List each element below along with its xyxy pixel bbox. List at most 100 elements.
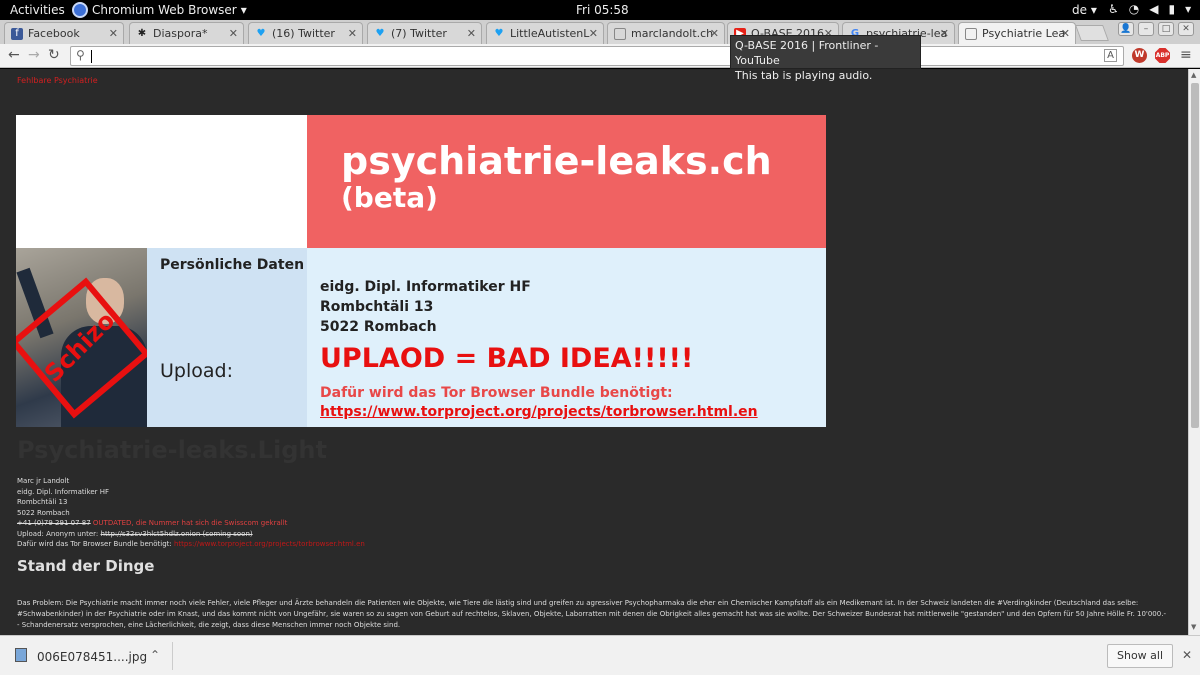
onion-address: http://s32sv3hlct5hdlz.onion (coming soo… — [100, 529, 253, 538]
chevron-up-icon[interactable]: ⌃ — [150, 648, 160, 662]
gnome-top-bar: Activities Chromium Web Browser ▾ Fri 05… — [0, 0, 1200, 20]
tab-title: (7) Twitter — [391, 27, 447, 40]
close-icon[interactable]: ✕ — [348, 27, 357, 40]
tab-title: Psychiatrie Lea — [982, 27, 1066, 40]
close-icon[interactable]: ✕ — [109, 27, 118, 40]
upload-anon-label: Upload: Anonym unter: — [17, 529, 101, 538]
system-tray[interactable]: ♿ ◔ ◀ ▮ ▾ — [1108, 2, 1191, 16]
maximize-icon[interactable]: □ — [1158, 22, 1174, 36]
tab-title: Diaspora* — [153, 27, 208, 40]
tab-strip: f Facebook ✕ ✱ Diaspora* ✕ ♥ (16) Twitte… — [0, 20, 1200, 44]
menu-icon[interactable]: ≡ — [1180, 47, 1192, 63]
chromium-logo-icon — [72, 2, 88, 18]
page-icon — [965, 27, 977, 40]
diaspora-icon: ✱ — [137, 27, 147, 39]
upload-row: Upload: Anonym unter: http://s32sv3hlct5… — [17, 529, 365, 540]
language-indicator[interactable]: de ▾ — [1072, 3, 1097, 17]
twitter-icon: ♥ — [256, 27, 266, 39]
banner-address: eidg. Dipl. Informatiker HF Rombchtäli 1… — [320, 277, 531, 337]
power-menu-icon: ▾ — [1185, 2, 1192, 16]
page-scrollbar[interactable]: ▲ ▼ — [1188, 69, 1200, 635]
close-icon[interactable]: ✕ — [1182, 648, 1192, 662]
twitter-icon: ♥ — [494, 27, 504, 39]
battery-icon: ▮ — [1168, 2, 1176, 16]
tab-twitter-7[interactable]: ♥ (7) Twitter ✕ — [367, 22, 482, 44]
close-icon[interactable]: ✕ — [589, 27, 598, 40]
browser-toolbar: ← → ↻ ⚲ A — [0, 44, 1200, 68]
minimize-icon[interactable]: – — [1138, 22, 1154, 36]
page-title: Psychiatrie-leaks.Light — [17, 436, 327, 464]
download-shelf: 006E078451....jpg ⌃ Show all ✕ — [0, 635, 1200, 675]
close-icon[interactable]: ✕ — [940, 27, 949, 40]
scroll-down-icon[interactable]: ▼ — [1191, 623, 1196, 631]
phone-number: +41 (0)79 291 07 87 — [17, 519, 91, 527]
contact-street: Rombchtäli 13 — [17, 498, 68, 506]
upload-label: Upload: — [160, 360, 233, 382]
text-cursor — [91, 50, 92, 63]
show-all-button[interactable]: Show all — [1107, 644, 1173, 668]
close-icon[interactable]: ✕ — [710, 27, 719, 40]
tab-title: Facebook — [28, 27, 80, 40]
window-controls: 👤 – □ ✕ — [1118, 22, 1194, 36]
close-icon[interactable]: ✕ — [1061, 27, 1070, 40]
tor-browser-link[interactable]: https://www.torproject.org/projects/torb… — [174, 540, 365, 548]
tab-facebook[interactable]: f Facebook ✕ — [4, 22, 124, 44]
tooltip-title: Q-BASE 2016 | Frontliner - YouTube — [735, 39, 879, 67]
page-icon — [614, 27, 626, 40]
tab-tooltip: Q-BASE 2016 | Frontliner - YouTube This … — [730, 35, 921, 82]
tab-marclandolt[interactable]: marclandolt.ch ✕ — [607, 22, 725, 44]
forward-arrow-icon[interactable]: → — [28, 47, 40, 63]
bad-idea-warning: UPLAOD = BAD IDEA!!!!! — [320, 343, 694, 374]
site-link[interactable]: Fehlbare Psychiatrie — [17, 76, 98, 85]
clock[interactable]: Fri 05:58 — [576, 3, 629, 17]
new-tab-button[interactable] — [1075, 25, 1109, 41]
tab-diaspora[interactable]: ✱ Diaspora* ✕ — [129, 22, 244, 44]
app-menu[interactable]: Chromium Web Browser ▾ — [72, 1, 247, 19]
close-window-icon[interactable]: ✕ — [1178, 22, 1194, 36]
download-filename[interactable]: 006E078451....jpg — [37, 650, 147, 664]
activities-button[interactable]: Activities — [10, 3, 65, 17]
tab-twitter-16[interactable]: ♥ (16) Twitter ✕ — [248, 22, 363, 44]
adblock-plus-icon[interactable]: ABP — [1155, 48, 1170, 63]
tab-littleautisten[interactable]: ♥ LittleAutistenL ✕ — [486, 22, 604, 44]
wifi-icon: ◔ — [1128, 2, 1140, 16]
scroll-up-icon[interactable]: ▲ — [1191, 71, 1196, 79]
tor-link-text: https://www.torproject.org/projects/torb… — [320, 404, 758, 420]
address-line: 5022 Rombach — [320, 319, 437, 335]
divider — [172, 642, 173, 670]
extension-w-icon[interactable]: W — [1132, 48, 1147, 63]
back-arrow-icon[interactable]: ← — [8, 47, 20, 63]
header-banner-image: psychiatrie-leaks.ch (beta) Schizo Persö… — [16, 115, 826, 427]
tab-title: marclandolt.ch — [631, 27, 714, 40]
twitter-icon: ♥ — [375, 27, 385, 39]
label-column — [147, 248, 307, 427]
portrait-photo: Schizo — [16, 248, 147, 427]
address-bar[interactable]: ⚲ A — [70, 46, 1124, 66]
search-icon: ⚲ — [76, 48, 85, 62]
language-label: de — [1072, 3, 1087, 17]
user-icon[interactable]: 👤 — [1118, 22, 1134, 36]
banner-title-block: psychiatrie-leaks.ch (beta) — [307, 115, 826, 248]
contact-city: 5022 Rombach — [17, 508, 70, 517]
accessibility-icon: ♿ — [1108, 2, 1119, 16]
page-content: Fehlbare Psychiatrie psychiatrie-leaks.c… — [0, 69, 1188, 635]
banner-subtitle: (beta) — [341, 181, 438, 214]
tab-title: LittleAutistenL — [510, 27, 590, 40]
reload-icon[interactable]: ↻ — [48, 47, 60, 63]
close-icon[interactable]: ✕ — [229, 27, 238, 40]
tab-psychiatrie-leaks[interactable]: Psychiatrie Lea ✕ — [958, 22, 1076, 44]
close-icon[interactable]: ✕ — [467, 27, 476, 40]
tooltip-audio-note: This tab is playing audio. — [735, 69, 873, 82]
contact-phone-row: +41 (0)79 291 07 87 OUTDATED, die Nummer… — [17, 518, 365, 529]
contact-info: Marc jr Landolt eidg. Dipl. Informatiker… — [17, 476, 365, 550]
phone-outdated-note: OUTDATED, die Nummer hat sich die Swissc… — [92, 519, 288, 527]
chevron-down-icon: ▾ — [240, 3, 247, 17]
contact-title: eidg. Dipl. Informatiker HF — [17, 487, 110, 496]
translate-icon[interactable]: A — [1104, 49, 1117, 62]
address-line: Rombchtäli 13 — [320, 299, 434, 315]
personal-data-label: Persönliche Daten — [160, 257, 305, 273]
scrollbar-thumb[interactable] — [1191, 83, 1199, 428]
tor-row: Dafür wird das Tor Browser Bundle benöti… — [17, 539, 365, 550]
address-line: eidg. Dipl. Informatiker HF — [320, 279, 531, 295]
section-heading: Stand der Dinge — [17, 557, 155, 575]
